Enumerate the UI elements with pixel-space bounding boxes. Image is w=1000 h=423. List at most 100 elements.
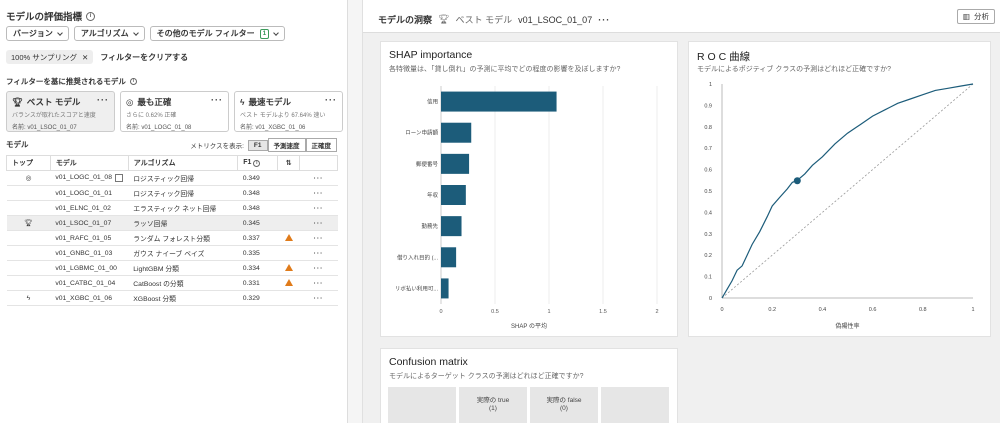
row-top <box>6 245 51 261</box>
shap-panel: SHAP importance 各特徴量は、「貸し倒れ」の予測に平均でどの程度の… <box>380 41 678 337</box>
analyze-button[interactable]: ▥ 分析 <box>956 9 995 24</box>
col-sort[interactable]: ⇅ <box>277 155 301 171</box>
trophy-icon: 🏆︎ <box>24 220 33 227</box>
recommended-title-text: フィルターを基に推奨されるモデル <box>6 77 126 86</box>
table-row[interactable]: 🏆︎ v01_LSOC_01_07 ラッソ回帰 0.345 ··· <box>6 215 338 231</box>
y-tick-label: 0.7 <box>704 146 712 152</box>
bar <box>441 185 466 205</box>
x-tick-label: 0 <box>720 307 723 313</box>
more-icon[interactable]: ··· <box>598 15 610 25</box>
x-tick-label: 1 <box>547 309 550 315</box>
more-icon[interactable]: ··· <box>299 185 338 201</box>
row-model: v01_LGBMC_01_00 <box>50 260 129 276</box>
info-icon[interactable]: i <box>129 78 137 85</box>
col-model[interactable]: モデル <box>49 155 129 171</box>
sampling-chip: 100% サンプリング ✕ <box>6 50 94 64</box>
target-icon: ◎ <box>126 96 134 107</box>
x-axis-label: 偽陽性率 <box>835 322 859 330</box>
card-title: 最も正確 <box>137 97 172 107</box>
more-icon[interactable]: ··· <box>299 260 338 276</box>
panel-divider[interactable] <box>348 0 363 423</box>
metric-tab-f1[interactable]: F1 <box>247 139 268 151</box>
close-icon[interactable]: ✕ <box>82 53 88 62</box>
table-row[interactable]: v01_LGBMC_01_00 LightGBM 分類 0.334 ··· <box>6 260 338 276</box>
row-algorithm: ラッソ回帰 <box>128 215 238 231</box>
row-f1: 0.335 <box>237 245 278 261</box>
more-icon[interactable]: ··· <box>299 170 338 186</box>
more-icon[interactable]: ··· <box>211 95 223 105</box>
other-filter-dropdown[interactable]: その他のモデル フィルター 1 <box>149 26 286 41</box>
version-dropdown[interactable]: バージョン <box>6 26 69 41</box>
row-model: v01_RAFC_01_05 <box>50 230 129 246</box>
y-tick-label: 0.1 <box>704 275 712 281</box>
most-accurate-card[interactable]: ◎ 最も正確 さらに 0.62% 正確 名前: v01_LOGC_01_08 ··… <box>120 91 229 132</box>
more-icon[interactable]: ··· <box>325 95 337 105</box>
table-row[interactable]: v01_RAFC_01_05 ランダム フォレスト分類 0.337 ··· <box>6 230 338 246</box>
more-icon[interactable]: ··· <box>299 200 338 216</box>
table-row[interactable]: v01_LOGC_01_01 ロジスティック回帰 0.348 ··· <box>6 185 338 201</box>
clear-filters-button[interactable]: フィルターをクリアする <box>100 52 188 63</box>
metric-tab-accuracy[interactable]: 正確度 <box>305 138 337 152</box>
panel-title-text: モデルの評価指標 <box>6 12 83 23</box>
col-f1[interactable]: F1 i <box>237 155 279 171</box>
row-model: v01_CATBC_01_04 <box>50 275 129 291</box>
x-tick-label: 0.4 <box>819 307 827 313</box>
target-icon: ◎ <box>25 175 32 182</box>
card-model-name: 名前: v01_LOGC_01_08 <box>126 125 192 131</box>
row-model-name: v01_CATBC_01_04 <box>55 279 116 287</box>
more-icon[interactable]: ··· <box>299 275 338 291</box>
row-model-name: v01_XGBC_01_06 <box>55 294 112 302</box>
y-tick-label: ローン申請額 <box>405 129 438 137</box>
y-tick-label: 0 <box>709 296 712 302</box>
row-warning <box>277 290 300 306</box>
row-model-name: v01_LOGC_01_01 <box>55 189 112 197</box>
col-algorithm[interactable]: アルゴリズム <box>127 155 239 171</box>
card-subtitle: さらに 0.62% 正確 <box>126 113 177 119</box>
warning-icon[interactable] <box>284 278 293 286</box>
models-table: トップ モデル アルゴリズム F1 i ⇅ ◎ v01_LOGC_01_08 ロジス… <box>6 155 338 306</box>
row-warning <box>277 245 300 261</box>
card-subtitle: ベスト モデルより 67.64% 速い <box>240 113 326 119</box>
cm-cell-actual-false: 実際の false (0) <box>530 387 598 423</box>
bar <box>441 216 462 237</box>
row-warning <box>277 215 300 231</box>
row-warning <box>277 260 300 276</box>
more-icon[interactable]: ··· <box>97 95 109 105</box>
table-row[interactable]: v01_GNBC_01_03 ガウス ナイーブ ベイズ 0.335 ··· <box>6 245 338 261</box>
table-row[interactable]: v01_ELNC_01_02 エラスティック ネット回帰 0.348 ··· <box>6 200 338 216</box>
more-icon[interactable]: ··· <box>299 230 338 246</box>
row-top <box>6 200 51 216</box>
bar <box>441 153 470 174</box>
more-icon[interactable]: ··· <box>299 245 338 261</box>
warning-icon[interactable] <box>284 233 293 241</box>
row-algorithm: ロジスティック回帰 <box>128 170 238 186</box>
shap-chart: 0 0.5 1 1.5 2 信用ローン申請額郵便番号年収勤務先借り入れ目的 (... リボ払… <box>395 86 659 330</box>
best-model-card[interactable]: 🏆︎ ベスト モデル バランスが取れたスコアと速度 名前: v01_LSOC_01… <box>6 91 115 132</box>
warning-icon[interactable] <box>284 263 293 271</box>
models-label: モデル <box>6 140 29 149</box>
chevron-down-icon <box>132 29 139 36</box>
more-icon[interactable]: ··· <box>299 215 338 231</box>
row-f1: 0.331 <box>237 275 278 291</box>
metric-tab-speed[interactable]: 予測速度 <box>267 138 306 152</box>
algorithm-dropdown[interactable]: アルゴリズム <box>73 26 145 41</box>
recommended-cards: 🏆︎ ベスト モデル バランスが取れたスコアと速度 名前: v01_LSOC_01… <box>6 91 343 132</box>
row-top: ϟ <box>6 290 51 306</box>
info-icon[interactable]: i <box>86 11 96 21</box>
table-row[interactable]: v01_CATBC_01_04 CatBoost の分類 0.331 ··· <box>6 275 338 291</box>
x-tick-label: 0.5 <box>491 309 499 315</box>
y-tick-label: 年収 <box>427 191 439 199</box>
cm-cell <box>388 387 456 423</box>
grid-icon[interactable] <box>115 174 124 182</box>
info-icon[interactable]: i <box>253 160 261 167</box>
row-model-name: v01_GNBC_01_03 <box>55 249 113 257</box>
sort-icon[interactable]: ⇅ <box>286 160 292 167</box>
row-f1: 0.334 <box>237 260 278 276</box>
table-row[interactable]: ◎ v01_LOGC_01_08 ロジスティック回帰 0.349 ··· <box>6 170 338 186</box>
fastest-model-card[interactable]: ϟ 最速モデル ベスト モデルより 67.64% 速い 名前: v01_XGBC_… <box>234 91 343 132</box>
more-icon[interactable]: ··· <box>299 290 338 306</box>
table-row[interactable]: ϟ v01_XGBC_01_06 XGBoost 分類 0.329 ··· <box>6 290 338 306</box>
col-top[interactable]: トップ <box>6 155 51 171</box>
row-model: v01_XGBC_01_06 <box>50 290 129 306</box>
x-tick-label: 0.8 <box>919 307 927 313</box>
